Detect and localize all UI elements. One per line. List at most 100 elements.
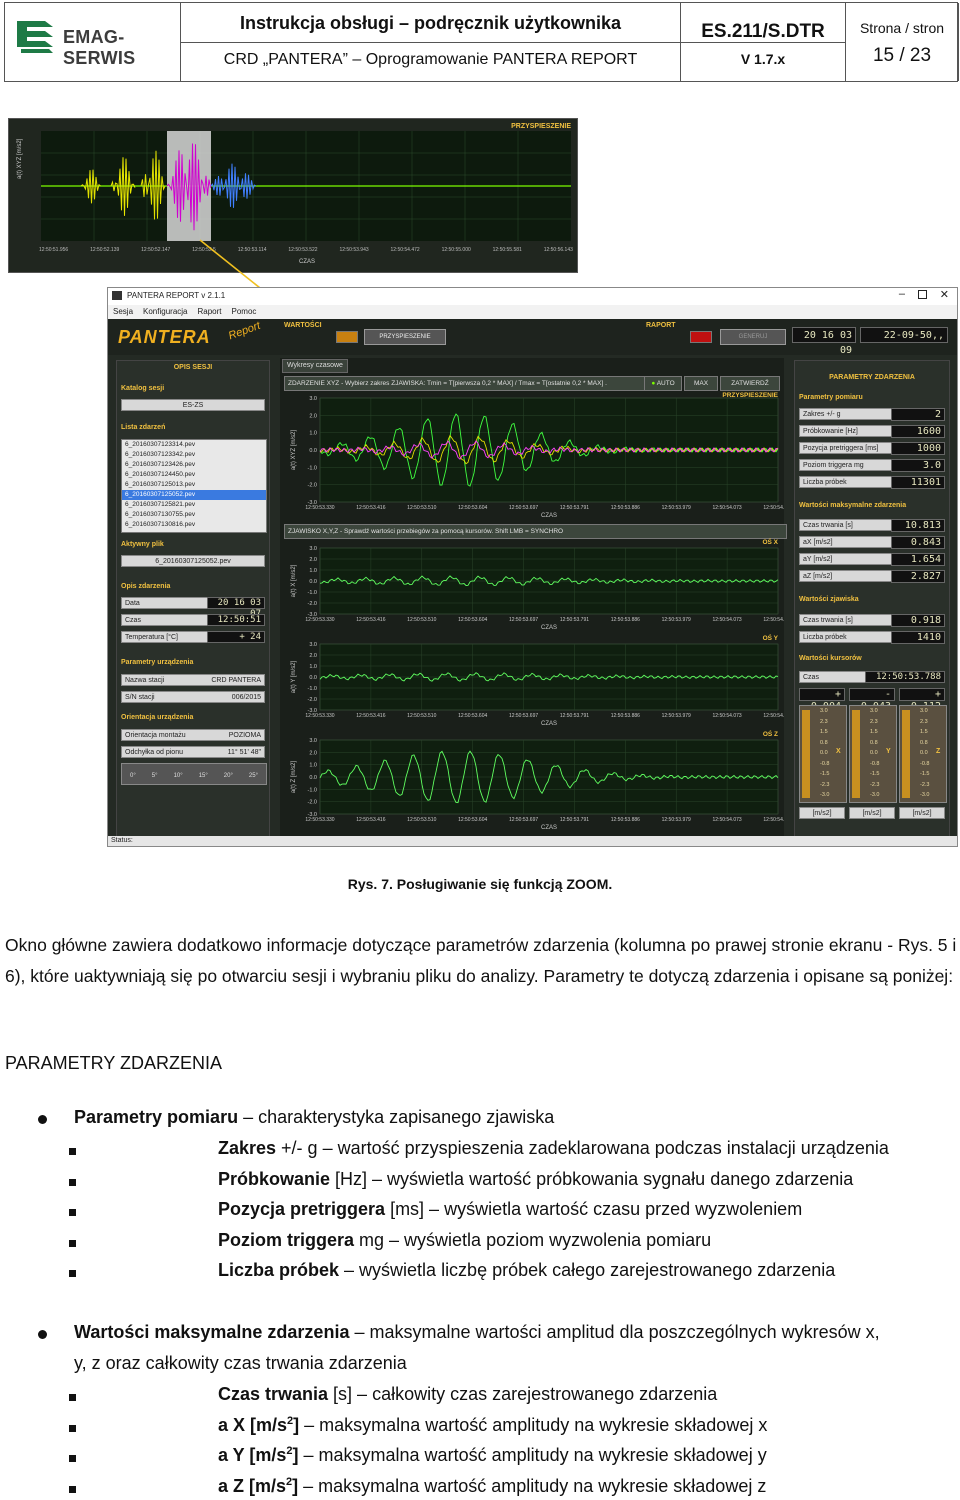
file-list-item[interactable]: 6_20160307124450.pev: [122, 470, 266, 480]
tilt-scale: 0° 5° 10° 15° 20° 25°: [121, 763, 267, 785]
kursor-y-value: - 0.043: [849, 688, 895, 712]
xtick-label: 12:50:53.979: [662, 505, 691, 511]
window-title: PANTERA REPORT v 2.1.1: [127, 291, 226, 300]
maximize-icon[interactable]: [918, 290, 927, 299]
superscript: 2: [286, 1475, 293, 1488]
sub-item: Poziom triggera mg – wyświetla poziom wy…: [218, 1230, 711, 1251]
zdarzenie-bar: ZDARZENIE XYZ - Wybierz zakres ZJAWISKA:…: [284, 376, 645, 391]
kursor-x-value: + 0.004: [799, 688, 845, 712]
file-list-item[interactable]: 6_20160307130816.pev: [122, 520, 266, 530]
sub-item-term: Poziom triggera: [218, 1229, 355, 1250]
ytick-label: -2.0: [308, 483, 317, 489]
close-icon[interactable]: ✕: [940, 288, 949, 301]
file-list-item[interactable]: 6_20160307125013.pev: [122, 480, 266, 490]
zatwierdz-button[interactable]: ZATWIERDŹ: [720, 376, 780, 391]
sub-item-text: – wyświetla liczbę próbek całego zarejes…: [339, 1260, 836, 1280]
plot-title: PRZYSPIESZENIE: [722, 392, 778, 399]
file-list-item[interactable]: 6_20160307123314.pev: [122, 440, 266, 450]
yaxis-label: a(t) Z [m/s2]: [291, 761, 297, 794]
pomiar-label: Zakres +/- g: [803, 411, 841, 418]
sub-item: Pozycja pretriggera [ms] – wyświetla war…: [218, 1199, 802, 1220]
tilt-scale-labels: 0° 5° 10° 15° 20° 25°: [122, 773, 266, 779]
gauge-tick: 0.8: [920, 739, 928, 746]
bullet-term: Wartości maksymalne zdarzenia: [74, 1322, 350, 1342]
gauge-tick: -2.3: [870, 781, 880, 788]
bullet-dot: [38, 1330, 47, 1339]
sub-item-text: – maksymalna wartość amplitudy na wykres…: [299, 1414, 768, 1435]
cursor-gauge: 3.0 2.3 1.5 0.8 0.0 -0.8 -1.5 -2.3 -3.0 X: [799, 705, 847, 803]
file-list-item[interactable]: 6_20160307123342.pev: [122, 450, 266, 460]
minimize-icon[interactable]: –: [899, 288, 905, 300]
time-charts[interactable]: 3.02.01.00.0-1.0-2.0-3.012:50:53.330 12:5…: [280, 390, 784, 838]
gauge-tick: -0.8: [920, 760, 930, 767]
menu-raport[interactable]: Raport: [198, 305, 222, 319]
ytick-label: 0.0: [309, 579, 317, 585]
xtick-label: 12:50:54.073: [713, 817, 742, 823]
generuj-button[interactable]: GENERUJ: [720, 329, 786, 345]
file-list[interactable]: 6_20160307123314.pev 6_20160307123342.pev…: [121, 439, 267, 533]
menu-konfiguracja[interactable]: Konfiguracja: [143, 305, 187, 319]
file-list-item[interactable]: 6_20160307123426.pev: [122, 460, 266, 470]
sub-item-text: [s] – całkowity czas zarejestrowanego zd…: [328, 1384, 718, 1404]
pantera-logo-sub: Report: [226, 319, 263, 343]
yaxis-label: a(t) Y [m/s2]: [291, 660, 297, 693]
xtick-label: 12:50:54.073: [713, 617, 742, 623]
gauge-bar: [902, 710, 910, 798]
square-bullet: [69, 1239, 76, 1247]
gauge-tick: -1.5: [920, 771, 930, 777]
file-list-item[interactable]: 6_20160307125052.pev: [122, 490, 266, 500]
nazwa-value: CRD PANTERA: [211, 677, 261, 684]
ytick-label: 3.0: [309, 738, 317, 744]
odchylka-label: Odchyłka od pionu: [125, 749, 183, 756]
sub-item-text: [Hz] – wyświetla wartość próbkowania syg…: [330, 1168, 854, 1189]
menu-sesja[interactable]: Sesja: [113, 305, 133, 319]
sub-item: a Y [m/s2] – maksymalna wartość amplitud…: [218, 1445, 767, 1466]
params-title: PARAMETRY ZDARZENIA: [829, 374, 915, 381]
temp-value: + 24: [207, 631, 265, 643]
square-bullet: [69, 1178, 76, 1186]
ytick-label: 2.0: [309, 750, 317, 756]
gauge-tick: -3.0: [920, 792, 930, 798]
gauge-tick: -0.8: [820, 760, 830, 767]
axis-title: OŚ Y: [763, 633, 779, 642]
menu-pomoc[interactable]: Pomoc: [232, 305, 257, 319]
gauge-tick: 0.0: [870, 750, 878, 756]
xtick-label: 12:50:53.886: [611, 817, 640, 823]
kurs-czas-label: Czas: [803, 674, 819, 681]
gauge-tick: 3.0: [820, 708, 828, 714]
tab-wykresy[interactable]: Wykresy czasowe: [282, 359, 348, 373]
xtick-label: 12:50:53.330: [305, 817, 334, 823]
xtick-label: 12:50:53.510: [407, 713, 436, 719]
file-list-item[interactable]: 6_20160307125821.pev: [122, 500, 266, 510]
max-value: 10.813: [891, 519, 945, 532]
orient-m-row: Orientacja montażu POZIOMA: [121, 729, 265, 741]
gauge-tick: -1.5: [820, 771, 830, 777]
wartosci-label: WARTOŚCI: [284, 322, 322, 329]
xtick-label: 12:50:53.791: [560, 713, 589, 719]
status-bar: Status:: [108, 836, 957, 846]
gauge-tick: 1.5: [920, 729, 928, 735]
gauge-bar: [852, 710, 860, 798]
axis-title: OŚ X: [762, 537, 778, 546]
wartosci-led: [336, 331, 358, 343]
gauge-tick: 1.5: [870, 729, 878, 735]
czas-label: Czas: [125, 617, 141, 624]
xtick-label: 12:50:53.330: [305, 505, 334, 511]
ytick-label: -2.0: [308, 601, 317, 607]
xtick-label: 12:50:53.604: [458, 817, 487, 823]
max-button[interactable]: MAX: [684, 376, 718, 391]
time-chart: 3.02.01.00.0-1.0-2.0-3.012:50:53.330 12:5…: [291, 729, 784, 831]
xtick-label: 12:50:53.791: [560, 817, 589, 823]
xaxis-label: CZAS: [541, 721, 557, 727]
sub-item-term: Czas trwania: [218, 1384, 329, 1404]
opis-zdarzenia-label: Opis zdarzenia: [121, 583, 171, 590]
katalog-field[interactable]: ES-ZS: [121, 399, 265, 411]
pomiar-label: Liczba próbek: [803, 479, 847, 486]
xaxis-label: CZAS: [541, 625, 557, 631]
file-list-item[interactable]: 6_20160307130755.pev: [122, 510, 266, 520]
auto-button[interactable]: ● AUTO: [644, 376, 682, 391]
xtick-label: 12:50:54.167: [763, 617, 784, 623]
gauge-tick: -3.0: [820, 792, 830, 798]
przyspieszenie-button[interactable]: PRZYSPIESZENIE: [364, 329, 446, 345]
gauge-tick: 0.8: [870, 739, 878, 746]
